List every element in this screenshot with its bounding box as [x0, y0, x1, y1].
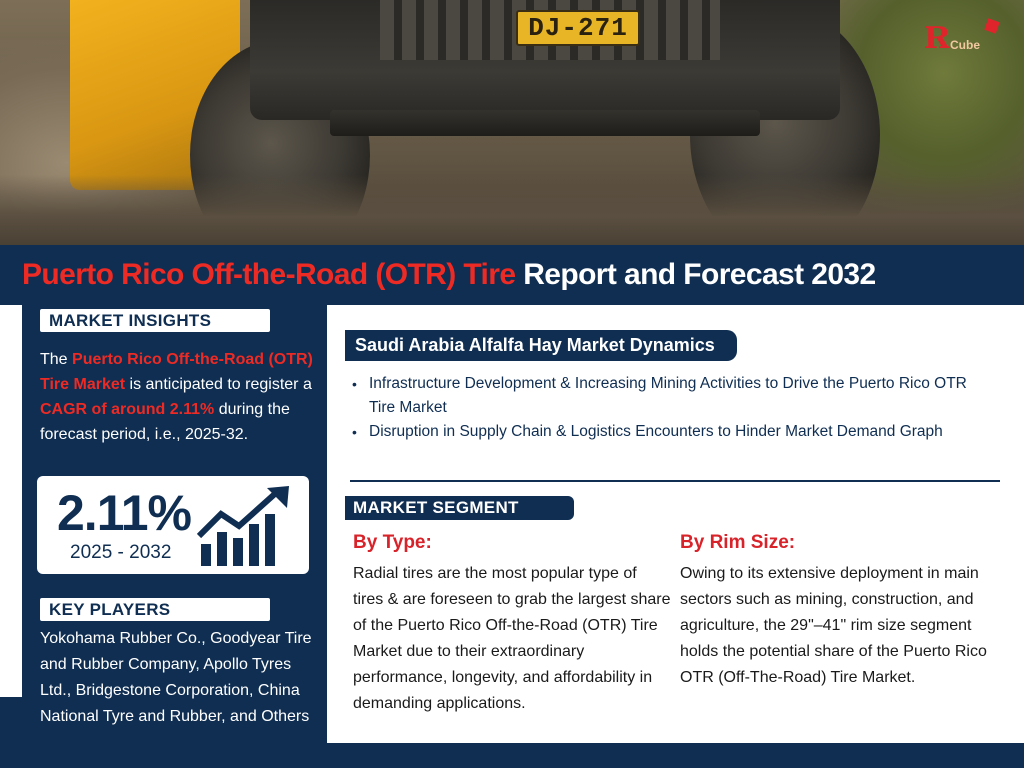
page-title: Puerto Rico Off-the-Road (OTR) Tire Repo…	[22, 258, 876, 292]
list-item: Infrastructure Development & Increasing …	[352, 372, 972, 420]
cagr-stat-card: 2.11% 2025 - 2032	[37, 476, 309, 574]
logo-cube-icon	[984, 18, 1000, 34]
list-item: Disruption in Supply Chain & Logistics E…	[352, 420, 972, 444]
key-players-text: Yokohama Rubber Co., Goodyear Tire and R…	[40, 630, 312, 725]
footer-band	[327, 743, 1024, 768]
by-type-heading: By Type:	[353, 532, 432, 553]
insights-highlight-cagr: CAGR of around 2.11%	[40, 401, 215, 418]
by-type-text: Radial tires are the most popular type o…	[353, 565, 671, 712]
market-segment-label: MARKET SEGMENT	[345, 496, 574, 520]
by-rim-size-text: Owing to its extensive deployment in mai…	[680, 565, 987, 686]
by-rim-size-heading: By Rim Size:	[680, 532, 796, 553]
logo-word: Cube	[950, 38, 980, 52]
left-edge-strip-bottom	[0, 697, 22, 768]
cagr-value: 2.11%	[57, 485, 192, 541]
left-edge-strip	[0, 305, 22, 697]
insights-text-part: The	[40, 351, 73, 368]
title-highlight: Puerto Rico Off-the-Road (OTR) Tire	[22, 258, 516, 291]
key-players-label: KEY PLAYERS	[40, 598, 270, 621]
insights-text-part: is anticipated to register a	[125, 376, 312, 393]
market-insights-label: MARKET INSIGHTS	[40, 309, 270, 332]
bar-chart-growth-arrow-icon	[197, 486, 289, 566]
vehicle-bumper	[330, 110, 760, 136]
hero-image: DJ-271 Я Cube	[0, 0, 1024, 245]
section-divider	[350, 480, 1000, 482]
brand-logo: Я Cube	[924, 18, 1000, 58]
market-dynamics-label: Saudi Arabia Alfalfa Hay Market Dynamics	[345, 330, 737, 361]
title-rest: Report and Forecast 2032	[515, 258, 876, 291]
cagr-period: 2025 - 2032	[70, 542, 172, 563]
market-dynamics-list: Infrastructure Development & Increasing …	[352, 372, 972, 444]
license-plate: DJ-271	[516, 10, 640, 46]
mud-ground	[0, 175, 1024, 245]
title-band: Puerto Rico Off-the-Road (OTR) Tire Repo…	[0, 245, 1024, 305]
logo-mark: Я	[924, 21, 951, 56]
market-insights-text: The Puerto Rico Off-the-Road (OTR) Tire …	[40, 347, 315, 447]
